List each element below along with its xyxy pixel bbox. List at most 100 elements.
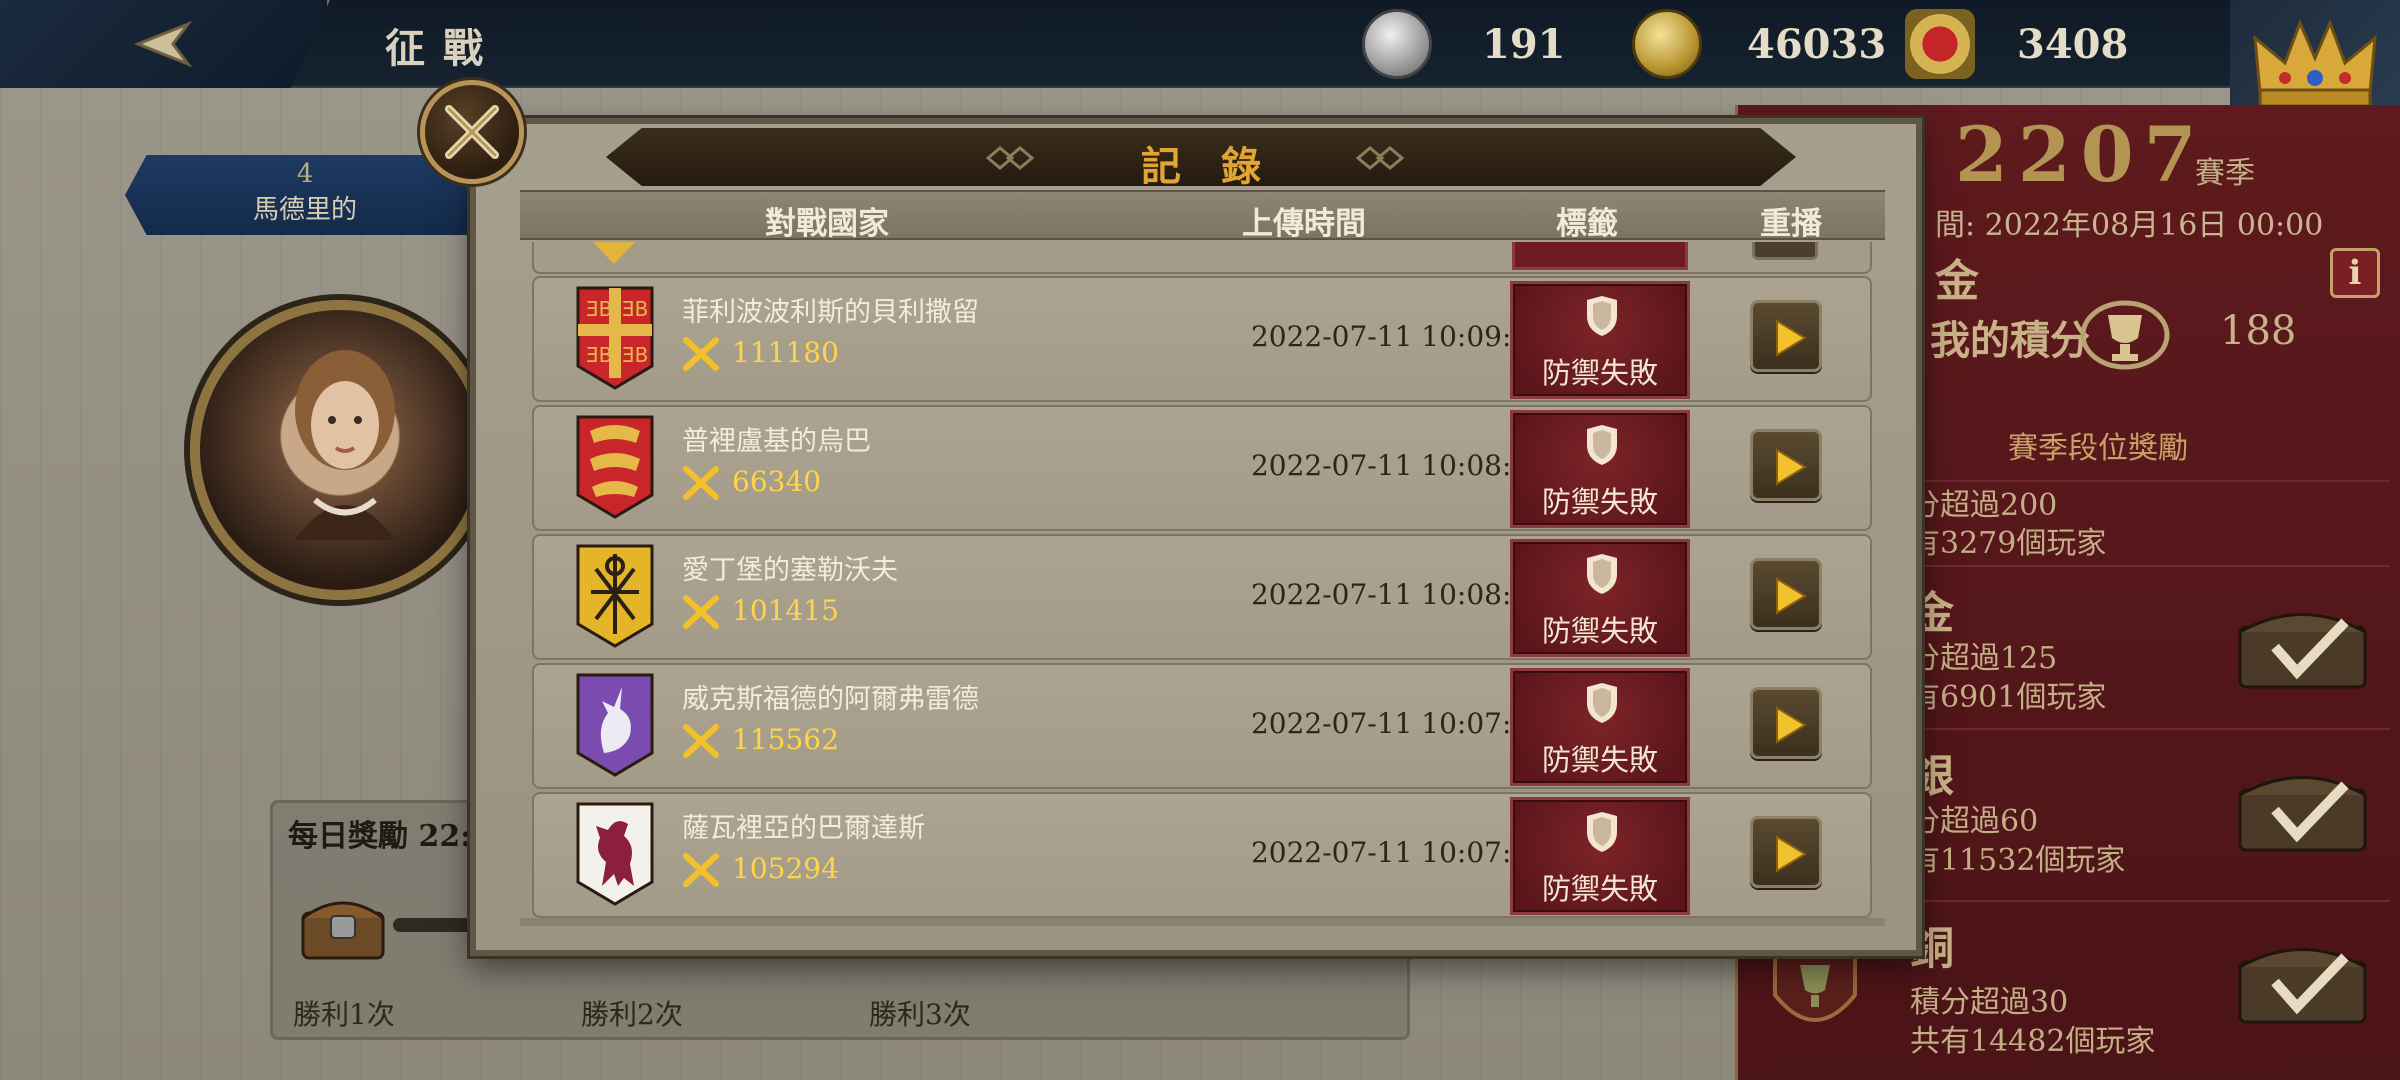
- daily-label-3: 勝利3次: [869, 998, 971, 1031]
- tier-row-2: 金 分超過125 有6901個玩家: [1910, 565, 2390, 715]
- trophy-icon: [2080, 300, 2170, 370]
- play-icon: [1776, 835, 1807, 873]
- country-name: 威克斯福德的阿爾弗雷德: [682, 684, 979, 715]
- tier-2-line1: 分超過125: [1910, 641, 2058, 676]
- defense-failed-tag: 防禦失敗: [1510, 539, 1690, 657]
- power-value: 105294: [732, 852, 839, 885]
- dialog-title: 記錄: [1141, 143, 1301, 190]
- silver-amount: 191: [1482, 20, 1566, 68]
- tier-2-line2: 有6901個玩家: [1910, 680, 2107, 715]
- power-value: 66340: [732, 465, 822, 498]
- crossed-swords-icon: [683, 595, 719, 629]
- gold-amount: 46033: [1747, 20, 1887, 68]
- replay-button[interactable]: [1750, 300, 1822, 372]
- back-arrow-icon: [133, 20, 193, 68]
- play-icon: [1776, 577, 1807, 615]
- svg-text:ƎB: ƎB: [586, 297, 612, 321]
- claimed-chest-icon[interactable]: [2235, 932, 2370, 1027]
- chi-rho-shield-icon: [576, 544, 654, 648]
- season-rank: 2207: [1955, 110, 2207, 199]
- crossed-swords-icon: [683, 337, 719, 371]
- defense-failed-tag: 防禦失敗: [1510, 797, 1690, 915]
- tag-label: 防禦失敗: [1541, 356, 1658, 390]
- back-button[interactable]: [0, 0, 330, 88]
- shield-icon: [1587, 425, 1617, 465]
- daily-label-1: 勝利1次: [293, 998, 395, 1031]
- current-rank-name: 金: [1935, 256, 1979, 307]
- crossed-swords-icon: [683, 466, 719, 500]
- tag-label: 防禦失敗: [1541, 743, 1658, 777]
- locked-chest-icon[interactable]: [298, 888, 388, 963]
- list-item: 薩瓦裡亞的巴爾達斯 105294 2022-07-11 10:07:26 防禦失…: [532, 792, 1872, 918]
- queen-portrait-icon: [295, 350, 395, 540]
- my-score-value: 188: [2220, 308, 2297, 354]
- my-score-label: 我的積分: [1930, 317, 2090, 364]
- list-item: 威克斯福德的阿爾弗雷德 115562 2022-07-11 10:07:44 防…: [532, 663, 1872, 789]
- svg-text:ƎB: ƎB: [586, 343, 612, 367]
- power-value: 101415: [732, 594, 839, 627]
- page-title: 征戰: [385, 25, 501, 72]
- list-item: 普裡盧基的烏巴 66340 2022-07-11 10:08:41 防禦失敗: [532, 405, 1872, 531]
- gold-resource: 46033: [1632, 8, 1886, 80]
- play-icon: [1776, 319, 1807, 357]
- portrait-frame[interactable]: [190, 300, 490, 600]
- byzantine-shield-icon: ƎB ƎB ƎB ƎB: [576, 286, 654, 390]
- laurel-crown-icon: [1905, 9, 1975, 79]
- close-icon: [445, 105, 499, 159]
- crown-icon: [2253, 18, 2377, 108]
- daily-reward-title: 每日獎勵 22:: [288, 819, 472, 854]
- claimed-chest-icon[interactable]: [2235, 597, 2370, 692]
- replay-button[interactable]: [1750, 687, 1822, 759]
- tier-row-1: 分超過200 有3279個玩家: [1910, 480, 2390, 561]
- svg-text:ƎB: ƎB: [622, 297, 648, 321]
- unicorn-shield-icon: [576, 673, 654, 777]
- crown-corner[interactable]: [2230, 0, 2400, 120]
- tier-4-line1: 積分超過30: [1910, 985, 2069, 1020]
- power-value: 111180: [732, 336, 839, 369]
- shield-icon: [1587, 296, 1617, 336]
- col-country: 對戰國家: [765, 206, 889, 242]
- record-list[interactable]: 防禦失敗 ƎB ƎB ƎB ƎB 菲利波波利斯的貝利撒留 111180 2022…: [520, 242, 1885, 922]
- partial-tag: 防禦失敗: [1512, 242, 1688, 270]
- tier-4-line2: 共有14482個玩家: [1910, 1024, 2156, 1059]
- close-button[interactable]: [420, 80, 524, 184]
- country-name: 愛丁堡的塞勒沃夫: [682, 555, 898, 586]
- replay-button[interactable]: [1750, 429, 1822, 501]
- list-item-partial: 防禦失敗: [532, 242, 1872, 274]
- ornament-icon: [1356, 146, 1405, 170]
- lions-shield-icon: [576, 415, 654, 519]
- gold-coin-icon: [1632, 9, 1702, 79]
- shield-icon: [589, 242, 639, 264]
- crossed-swords-icon: [683, 724, 719, 758]
- play-button[interactable]: [1752, 242, 1818, 260]
- replay-button[interactable]: [1750, 816, 1822, 888]
- list-item: ƎB ƎB ƎB ƎB 菲利波波利斯的貝利撒留 111180 2022-07-1…: [532, 276, 1872, 402]
- tier-row-4: 銅 積分超過30 共有14482個玩家: [1910, 900, 2390, 1059]
- list-item: 愛丁堡的塞勒沃夫 101415 2022-07-11 10:08:03 防禦失敗: [532, 534, 1872, 660]
- opponent-banner[interactable]: 4 馬德里的: [125, 155, 485, 235]
- column-header: 對戰國家 上傳時間 標籤 重播: [520, 190, 1885, 242]
- banner-text: 馬德里的: [252, 195, 357, 225]
- defense-failed-tag: 防禦失敗: [1510, 281, 1690, 399]
- col-upload-time: 上傳時間: [1242, 206, 1366, 242]
- tier-3-line2: 有11532個玩家: [1910, 843, 2126, 878]
- shield-icon: [1587, 554, 1617, 594]
- tag-label: 防禦失敗: [1541, 485, 1658, 519]
- tag-label: 防禦失敗: [1541, 614, 1658, 648]
- tier-row-3: 銀 分超過60 有11532個玩家: [1910, 728, 2390, 878]
- honor-resource: 3408: [1905, 8, 2128, 80]
- shield-icon: [1587, 683, 1617, 723]
- claimed-chest-icon[interactable]: [2235, 760, 2370, 855]
- defense-failed-tag: 防禦失敗: [1510, 410, 1690, 528]
- tier-3-line1: 分超過60: [1910, 804, 2039, 839]
- defense-failed-tag: 防禦失敗: [1510, 668, 1690, 786]
- daily-label-2: 勝利2次: [581, 998, 683, 1031]
- season-time: 間: 2022年08月16日 00:00: [1935, 208, 2324, 243]
- power-value: 115562: [732, 723, 839, 756]
- col-replay: 重播: [1760, 206, 1822, 242]
- dialog-header: 記錄: [606, 128, 1796, 186]
- play-icon: [1776, 706, 1807, 744]
- info-button[interactable]: i: [2330, 248, 2380, 298]
- replay-button[interactable]: [1750, 558, 1822, 630]
- tier-1-line2: 有3279個玩家: [1910, 526, 2107, 561]
